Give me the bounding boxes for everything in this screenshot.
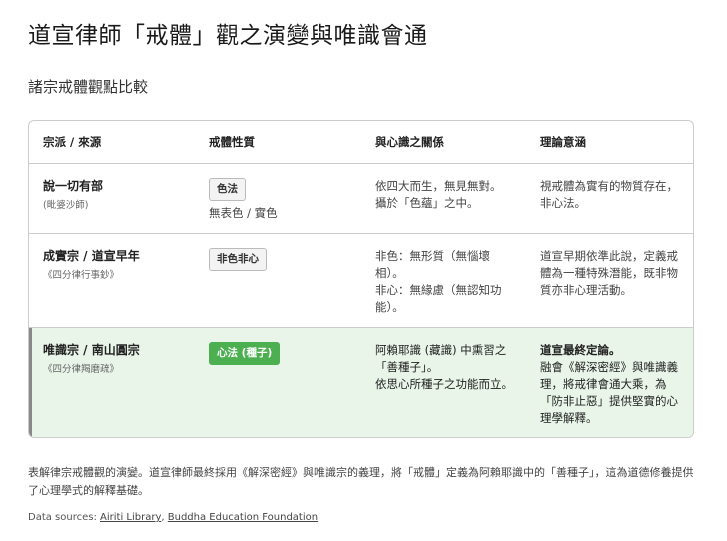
header-nature: 戒體性質 bbox=[209, 135, 255, 149]
table-caption: 表解律宗戒體觀的演變。道宣律師最終採用《解深密經》與唯識宗的義理，將「戒體」定義… bbox=[28, 466, 694, 497]
nature-note: 無表色 / 實色 bbox=[209, 206, 278, 220]
header-relation: 與心識之關係 bbox=[375, 135, 444, 149]
relation-line: 非心：無緣慮（無認知功能）。 bbox=[375, 283, 502, 314]
source-link-buddha-education[interactable]: Buddha Education Foundation bbox=[168, 512, 318, 523]
sources-label: Data sources: bbox=[28, 512, 97, 523]
comparison-table: 宗派 / 來源 戒體性質 與心識之關係 理論意涵 說一切有部 (毗婆沙師) 色法無… bbox=[28, 120, 694, 438]
data-sources: Data sources: Airiti Library, Buddha Edu… bbox=[28, 512, 319, 523]
relation-line: 攝於「色蘊」之中。 bbox=[375, 196, 479, 210]
nature-badge: 非色非心 bbox=[209, 248, 267, 271]
school-name: 說一切有部 bbox=[43, 179, 104, 193]
section-subtitle: 諸宗戒體觀點比較 bbox=[28, 78, 149, 96]
school-name: 成實宗 / 道宣早年 bbox=[43, 249, 140, 263]
school-source: (毗婆沙師) bbox=[43, 200, 89, 211]
relation-line: 阿賴耶識 (藏識) 中熏習之「善種子」。 bbox=[375, 343, 507, 374]
implication-text: 道宣早期依準此說，定義戒體為一種特殊潛能，既非物質亦非心理活動。 bbox=[540, 249, 678, 297]
header-implication: 理論意涵 bbox=[540, 135, 586, 149]
relation-line: 依四大而生，無見無對。 bbox=[375, 179, 502, 193]
table-row: 成實宗 / 道宣早年 《四分律行事鈔》 非色非心 非色：無形質（無惱壞相）。 非心：… bbox=[29, 234, 693, 328]
table-row-highlighted: 唯識宗 / 南山圓宗 《四分律羯磨疏》 心法 (種子) 阿賴耶識 (藏識) 中熏習… bbox=[29, 328, 693, 437]
school-name: 唯識宗 / 南山圓宗 bbox=[43, 343, 140, 357]
source-link-airiti[interactable]: Airiti Library bbox=[100, 512, 161, 523]
header-school: 宗派 / 來源 bbox=[43, 135, 102, 149]
implication-bold: 道宣最終定論。 bbox=[540, 343, 621, 357]
school-source: 《四分律羯磨疏》 bbox=[43, 364, 120, 375]
table-header: 宗派 / 來源 戒體性質 與心識之關係 理論意涵 bbox=[29, 121, 693, 164]
table-row: 說一切有部 (毗婆沙師) 色法無表色 / 實色 依四大而生，無見無對。 攝於「色蘊」… bbox=[29, 164, 693, 234]
nature-badge: 心法 (種子) bbox=[209, 342, 281, 365]
school-source: 《四分律行事鈔》 bbox=[43, 270, 120, 281]
relation-line: 依思心所種子之功能而立。 bbox=[375, 377, 513, 391]
nature-badge: 色法 bbox=[209, 178, 246, 201]
implication-text: 視戒體為實有的物質存在，非心法。 bbox=[540, 179, 678, 210]
page-title: 道宣律師「戒體」觀之演變與唯識會通 bbox=[28, 23, 428, 49]
implication-text: 融會《解深密經》與唯識義理，將戒律會通大乘，為「防非止惡」提供堅實的心理學解釋。 bbox=[540, 360, 678, 425]
relation-line: 非色：無形質（無惱壞相）。 bbox=[375, 249, 490, 280]
